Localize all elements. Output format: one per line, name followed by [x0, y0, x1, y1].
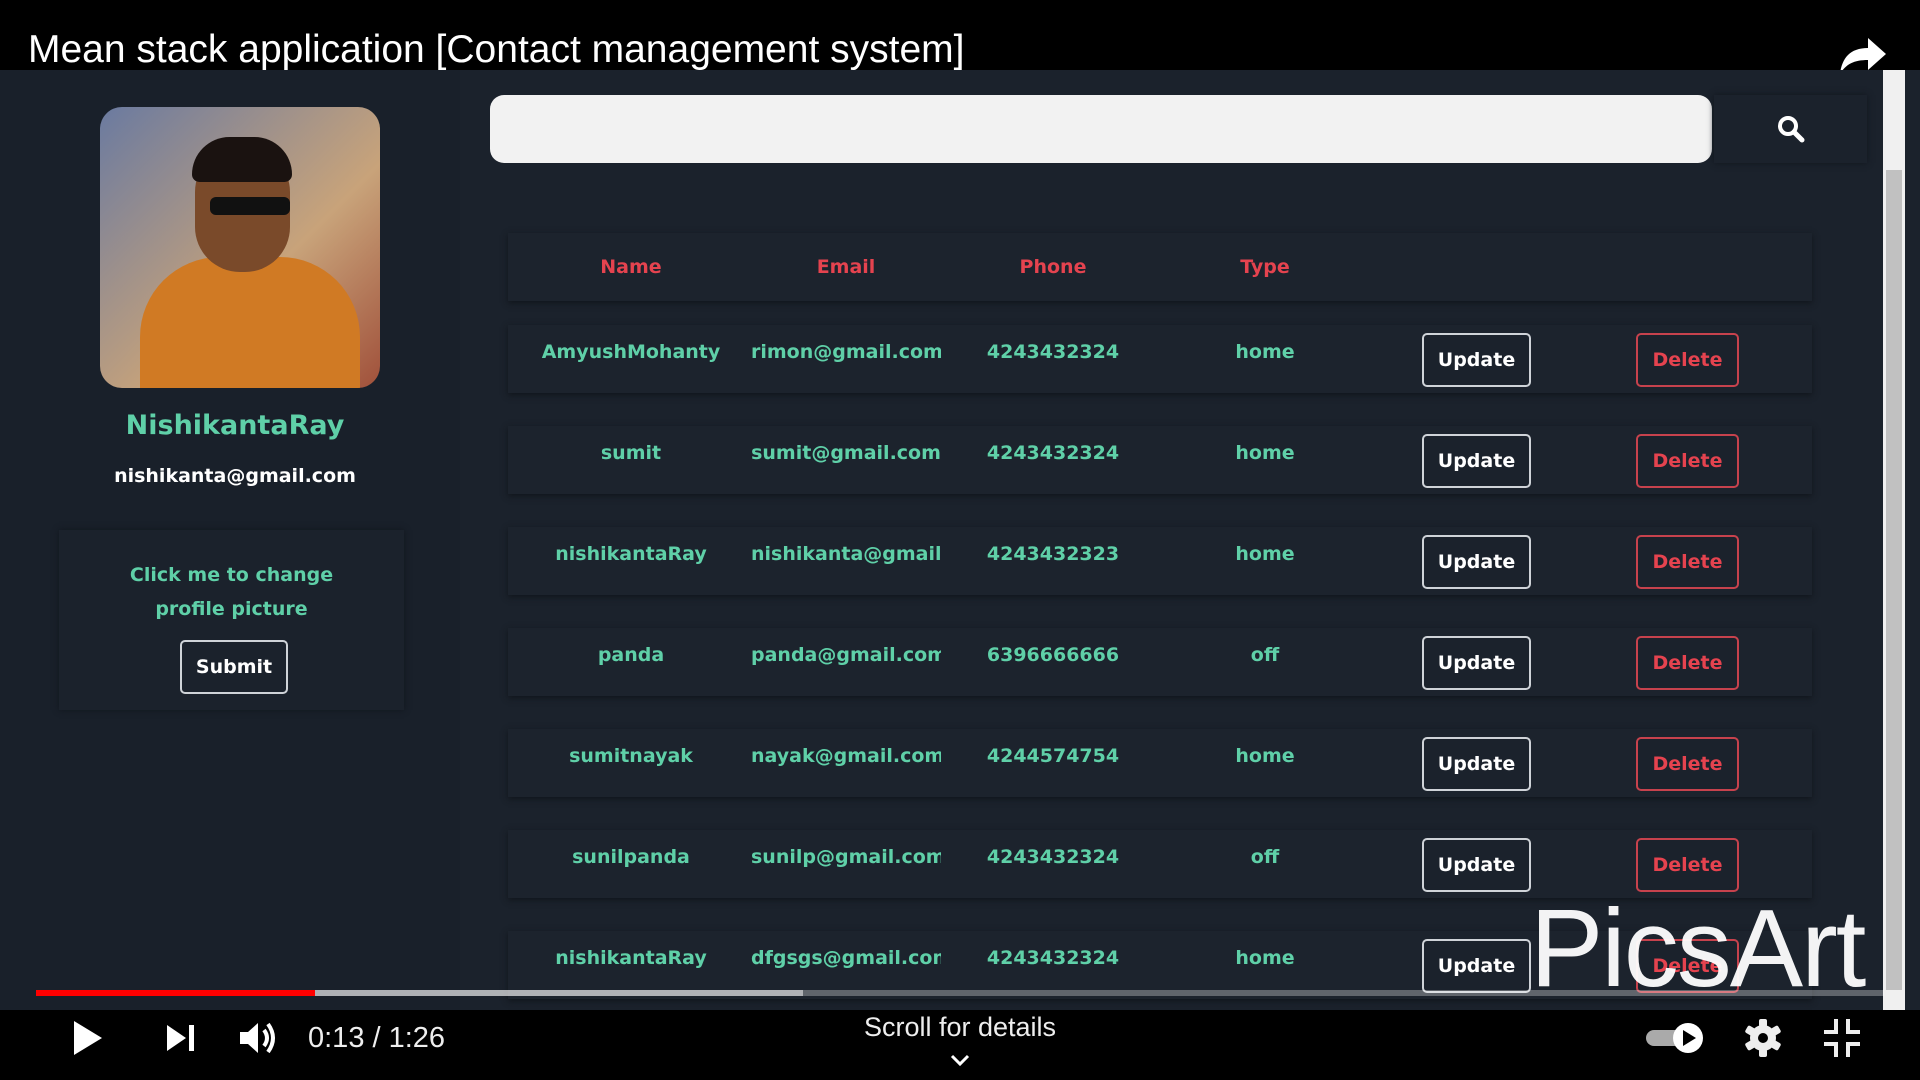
cell-type: off — [1250, 644, 1280, 666]
delete-button[interactable]: Delete — [1636, 636, 1739, 690]
update-button[interactable]: Update — [1422, 737, 1531, 791]
cell-name: sunilpanda — [572, 846, 690, 868]
update-button[interactable]: Update — [1422, 939, 1531, 993]
video-title[interactable]: Mean stack application [Contact manageme… — [28, 28, 964, 72]
cell-email: panda@gmail.com — [751, 644, 941, 666]
cell-phone: 4243432324 — [986, 947, 1120, 969]
cell-type: home — [1235, 341, 1295, 363]
cell-email: rimon@gmail.com — [751, 341, 941, 363]
header-name: Name — [600, 256, 662, 278]
scroll-hint-label: Scroll for details — [863, 1012, 1057, 1042]
cell-phone: 4243432324 — [986, 846, 1120, 868]
volume-icon[interactable] — [236, 1015, 282, 1061]
autoplay-toggle[interactable] — [1644, 1015, 1708, 1061]
profile-email: nishikanta@gmail.com — [114, 465, 356, 487]
profile-avatar — [100, 107, 380, 388]
scroll-for-details[interactable]: Scroll for details — [760, 1012, 1160, 1074]
delete-button[interactable]: Delete — [1636, 535, 1739, 589]
cell-name: panda — [597, 644, 665, 666]
cell-phone: 4243432324 — [986, 442, 1120, 464]
header-phone: Phone — [1019, 256, 1087, 278]
table-row: panda panda@gmail.com 6396666666 off Upd… — [508, 628, 1812, 696]
cell-type: home — [1235, 543, 1295, 565]
cell-type: home — [1235, 442, 1295, 464]
search-button[interactable] — [1714, 95, 1867, 163]
update-button[interactable]: Update — [1422, 333, 1531, 387]
cell-phone: 6396666666 — [986, 644, 1120, 666]
update-button[interactable]: Update — [1422, 636, 1531, 690]
video-frame[interactable]: NishikantaRay nishikanta@gmail.com Click… — [0, 70, 1920, 1010]
profile-sidebar: NishikantaRay nishikanta@gmail.com Click… — [0, 70, 460, 1010]
header-type: Type — [1240, 256, 1290, 278]
settings-gear-icon[interactable] — [1742, 1015, 1784, 1061]
search-input[interactable] — [490, 95, 1712, 163]
cell-name: AmyushMohanty — [541, 341, 721, 363]
next-icon[interactable] — [164, 1015, 198, 1061]
cell-email: nayak@gmail.com — [751, 745, 941, 767]
scrollbar-thumb[interactable] — [1886, 170, 1902, 990]
update-button[interactable]: Update — [1422, 535, 1531, 589]
delete-button[interactable]: Delete — [1636, 838, 1739, 892]
change-picture-panel: Click me to change profile picture Submi… — [59, 530, 404, 710]
cell-email: nishikanta@gmail.com — [751, 543, 941, 565]
time-display: 0:13 / 1:26 — [308, 1022, 446, 1054]
table-row: sumit sumit@gmail.com 4243432324 home Up… — [508, 426, 1812, 494]
update-button[interactable]: Update — [1422, 434, 1531, 488]
search-icon — [1777, 116, 1804, 143]
cell-email: sunilp@gmail.com — [751, 846, 941, 868]
cell-name: nishikantaRay — [555, 947, 707, 969]
submit-button[interactable]: Submit — [180, 640, 288, 694]
cell-email: sumit@gmail.com — [751, 442, 941, 464]
table-row: nishikantaRay nishikanta@gmail.com 42434… — [508, 527, 1812, 595]
change-picture-link[interactable]: Click me to change profile picture — [59, 558, 404, 626]
delete-button[interactable]: Delete — [1636, 737, 1739, 791]
played-bar — [36, 990, 316, 996]
cell-phone: 4244574754 — [986, 745, 1120, 767]
page-scrollbar[interactable] — [1883, 70, 1905, 1010]
cell-type: home — [1235, 947, 1295, 969]
table-header: Name Email Phone Type — [508, 233, 1812, 301]
cell-type: home — [1235, 745, 1295, 767]
cell-name: sumit — [600, 442, 662, 464]
cell-email: dfgsgs@gmail.com — [751, 947, 941, 969]
exit-fullscreen-icon[interactable] — [1822, 1015, 1862, 1061]
table-row: sumitnayak nayak@gmail.com 4244574754 ho… — [508, 729, 1812, 797]
video-progress-bar[interactable] — [36, 990, 1884, 996]
cell-name: nishikantaRay — [555, 543, 707, 565]
delete-button[interactable]: Delete — [1636, 434, 1739, 488]
cell-type: off — [1250, 846, 1280, 868]
delete-button[interactable]: Delete — [1636, 333, 1739, 387]
header-email: Email — [816, 256, 876, 278]
cell-name: sumitnayak — [569, 745, 693, 767]
play-icon[interactable] — [70, 1015, 106, 1061]
profile-name: NishikantaRay — [125, 410, 345, 441]
update-button[interactable]: Update — [1422, 838, 1531, 892]
cell-phone: 4243432324 — [986, 341, 1120, 363]
cell-phone: 4243432323 — [986, 543, 1120, 565]
chevron-down-icon — [950, 1054, 970, 1067]
table-row: AmyushMohanty rimon@gmail.com 4243432324… — [508, 325, 1812, 393]
